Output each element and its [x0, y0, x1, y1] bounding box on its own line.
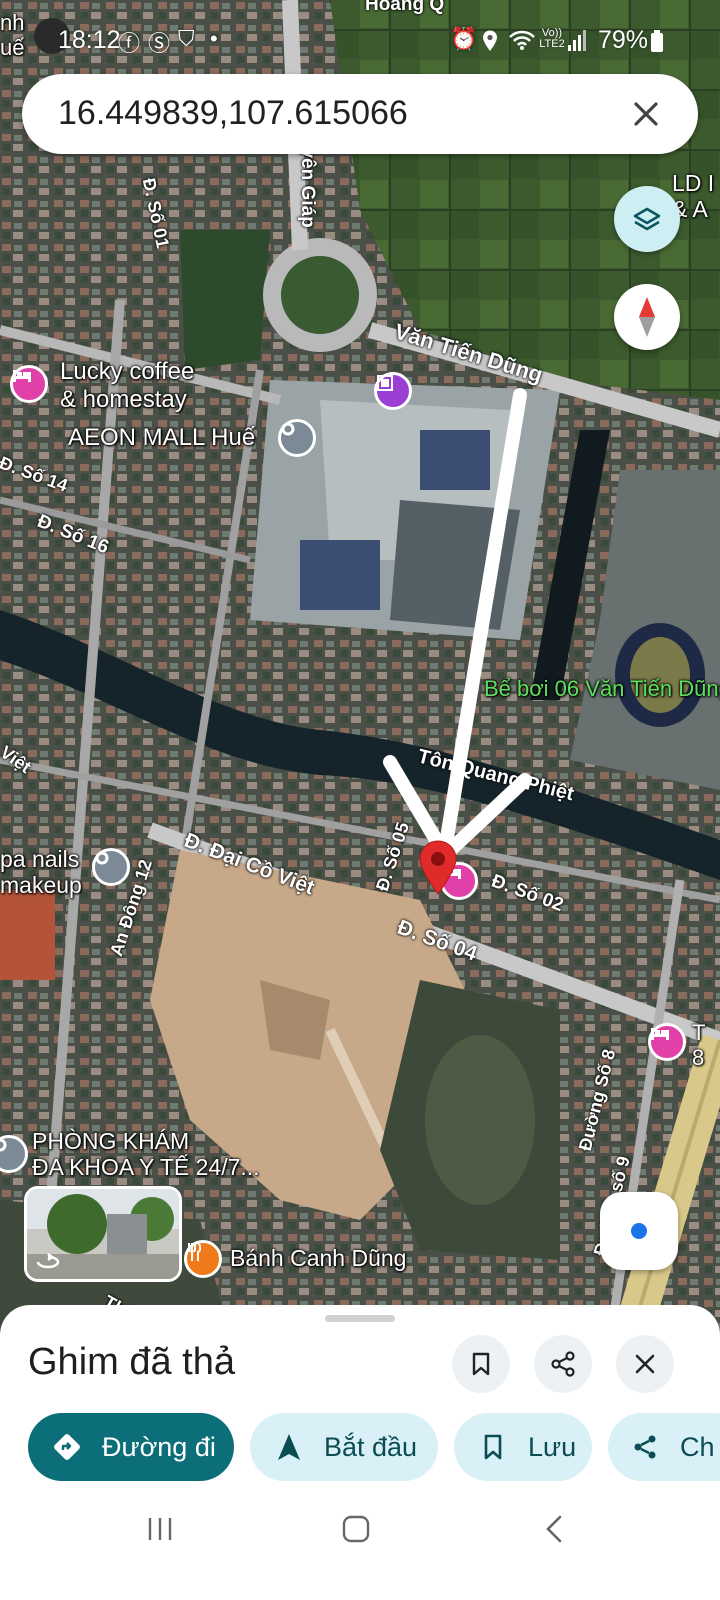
- place-label-banh-canh[interactable]: Bánh Canh Dũng: [230, 1245, 406, 1271]
- share-label: Ch: [680, 1431, 715, 1462]
- clear-search-button[interactable]: [620, 88, 672, 140]
- share-button[interactable]: Ch: [608, 1413, 720, 1481]
- street-view-thumbnail[interactable]: [24, 1186, 182, 1282]
- compass-icon: [639, 297, 655, 337]
- signal-icon: [568, 30, 586, 51]
- restaurant-icon[interactable]: [184, 1240, 222, 1278]
- drag-handle[interactable]: [325, 1315, 395, 1322]
- search-input[interactable]: 16.449839,107.615066: [58, 94, 408, 133]
- my-location-button[interactable]: [600, 1192, 678, 1270]
- battery-icon: [651, 30, 663, 52]
- layers-button[interactable]: [614, 186, 680, 252]
- place-label-pool[interactable]: Bể bơi 06 Văn Tiến Dũng: [484, 676, 720, 701]
- satellite-map[interactable]: Văn Tiến Dũng Võ Nguyên Giáp Đ. Số 01 Đ.…: [0, 0, 720, 1340]
- search-bar[interactable]: 16.449839,107.615066: [22, 74, 698, 154]
- place-label-right-poi[interactable]: T 8: [692, 1020, 705, 1071]
- status-bar: 18:12 ⓕ Ⓢ ⛉ • ⏰ Vo)) LTE2 79%: [0, 0, 720, 80]
- status-time: 18:12: [58, 26, 121, 54]
- network-type-label: Vo)) LTE2: [539, 27, 565, 50]
- save-icon-button[interactable]: [452, 1335, 510, 1393]
- cinema-icon[interactable]: [374, 372, 412, 410]
- close-sheet-button[interactable]: [616, 1335, 674, 1393]
- save-button[interactable]: Lưu: [454, 1413, 592, 1481]
- directions-label: Đường đi: [102, 1431, 216, 1462]
- my-location-icon: [629, 1221, 649, 1241]
- place-label-nails[interactable]: pa nails makeup: [0, 846, 82, 899]
- start-button[interactable]: Bắt đầu: [250, 1413, 438, 1481]
- close-icon: [635, 1354, 655, 1374]
- hotel-icon[interactable]: [10, 365, 48, 403]
- facebook-icon: ⓕ: [118, 31, 141, 56]
- share-icon: [551, 1351, 575, 1377]
- bookmark-icon: [472, 1352, 490, 1376]
- more-dots-icon: •: [210, 26, 218, 51]
- alarm-icon: ⏰: [450, 26, 478, 51]
- place-pin-icon[interactable]: [278, 419, 316, 457]
- share-icon-button[interactable]: [534, 1335, 592, 1393]
- back-icon[interactable]: [544, 1515, 564, 1543]
- place-label-clinic[interactable]: PHÒNG KHÁM ĐA KHOA Y TẾ 24/7...: [32, 1128, 260, 1181]
- navigation-arrow-icon: [274, 1432, 304, 1462]
- recent-apps-icon[interactable]: [146, 1515, 174, 1543]
- location-icon: [483, 30, 497, 51]
- start-label: Bắt đầu: [324, 1431, 418, 1462]
- street-view-360-icon: [36, 1253, 60, 1269]
- system-navigation-bar: [0, 1485, 720, 1600]
- hotel-icon[interactable]: [648, 1023, 686, 1061]
- directions-button[interactable]: Đường đi: [28, 1413, 234, 1481]
- layers-icon: [633, 207, 661, 231]
- place-label-lucky-coffee[interactable]: Lucky coffee & homestay: [60, 358, 194, 413]
- place-pin-icon[interactable]: [92, 848, 130, 886]
- battery-percent: 79%: [598, 26, 649, 54]
- sheet-title: Ghim đã thả: [28, 1341, 235, 1383]
- bookmark-icon: [478, 1432, 508, 1462]
- place-label-aeon-mall[interactable]: AEON MALL Huế: [68, 424, 255, 452]
- compass-button[interactable]: [614, 284, 680, 350]
- shield-icon: ⛉: [178, 26, 195, 51]
- home-icon[interactable]: [342, 1515, 370, 1543]
- close-icon: [634, 102, 658, 126]
- save-label: Lưu: [528, 1431, 577, 1462]
- dropped-pin-icon[interactable]: [418, 840, 458, 896]
- directions-icon: [52, 1432, 82, 1462]
- shopee-icon: Ⓢ: [148, 31, 171, 56]
- wifi-icon: [509, 30, 535, 50]
- share-icon: [630, 1432, 660, 1462]
